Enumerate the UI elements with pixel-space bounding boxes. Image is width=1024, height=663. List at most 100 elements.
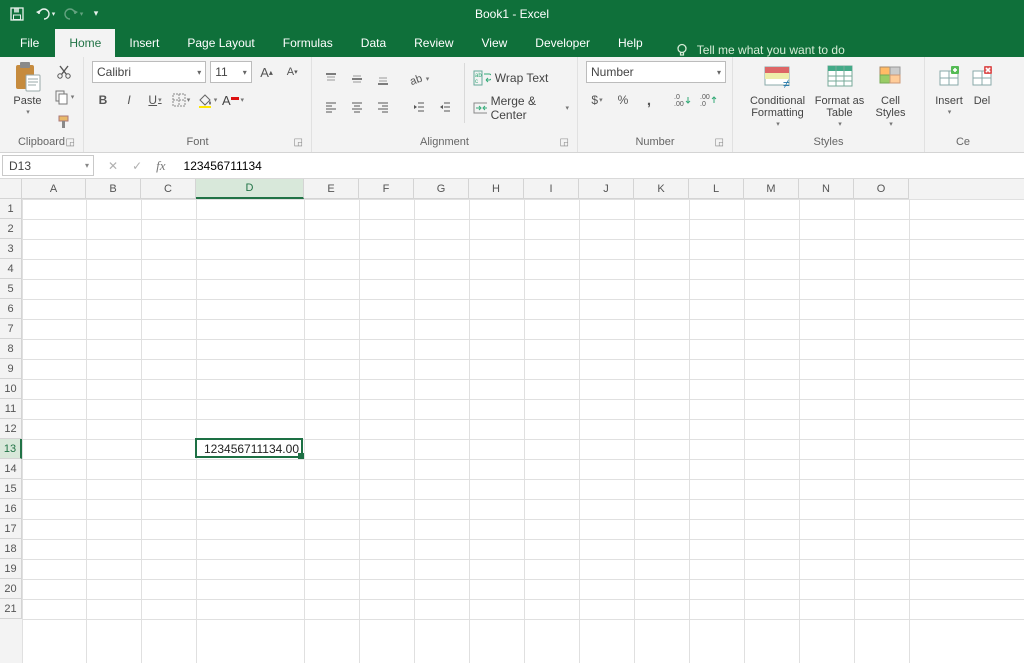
- align-center-button[interactable]: [346, 96, 368, 118]
- row-header-5[interactable]: 5: [0, 279, 22, 299]
- increase-font-button[interactable]: A▴: [256, 61, 278, 83]
- conditional-formatting-button[interactable]: ≠ Conditional Formatting▾: [746, 61, 810, 129]
- row-header-10[interactable]: 10: [0, 379, 22, 399]
- align-middle-button[interactable]: [346, 68, 368, 90]
- insert-cells-button[interactable]: Insert▾: [933, 61, 965, 117]
- align-bottom-button[interactable]: [372, 68, 394, 90]
- alignment-launcher-icon[interactable]: ◲: [560, 137, 569, 148]
- row-header-12[interactable]: 12: [0, 419, 22, 439]
- orientation-button[interactable]: ab▾: [408, 68, 430, 90]
- col-header-N[interactable]: N: [799, 179, 854, 199]
- row-header-20[interactable]: 20: [0, 579, 22, 599]
- tab-help[interactable]: Help: [604, 29, 657, 57]
- col-header-L[interactable]: L: [689, 179, 744, 199]
- tab-insert[interactable]: Insert: [115, 29, 173, 57]
- number-launcher-icon[interactable]: ◲: [715, 137, 724, 148]
- fx-icon[interactable]: fx: [156, 158, 165, 174]
- italic-button[interactable]: I: [118, 89, 140, 111]
- row-header-11[interactable]: 11: [0, 399, 22, 419]
- spreadsheet-grid[interactable]: 123456789101112131415161718192021 123456…: [0, 199, 1024, 663]
- align-left-button[interactable]: [320, 96, 342, 118]
- row-header-19[interactable]: 19: [0, 559, 22, 579]
- format-as-table-button[interactable]: Format as Table▾: [812, 61, 868, 129]
- decrease-font-button[interactable]: A▾: [281, 61, 303, 83]
- font-color-button[interactable]: A▾: [222, 89, 244, 111]
- align-top-button[interactable]: [320, 68, 342, 90]
- cells-area[interactable]: 123456711134.00: [22, 199, 1024, 663]
- col-header-O[interactable]: O: [854, 179, 909, 199]
- row-header-2[interactable]: 2: [0, 219, 22, 239]
- font-name-combo[interactable]: Calibri▾: [92, 61, 206, 83]
- tell-me[interactable]: Tell me what you want to do: [675, 43, 845, 57]
- tab-home[interactable]: Home: [55, 29, 115, 57]
- row-header-4[interactable]: 4: [0, 259, 22, 279]
- name-box[interactable]: D13 ▾: [2, 155, 94, 176]
- enter-formula-button[interactable]: ✓: [132, 159, 142, 173]
- font-size-combo[interactable]: 11▾: [210, 61, 251, 83]
- col-header-M[interactable]: M: [744, 179, 799, 199]
- cancel-formula-button[interactable]: ✕: [108, 159, 118, 173]
- row-header-15[interactable]: 15: [0, 479, 22, 499]
- underline-button[interactable]: U▾: [144, 89, 166, 111]
- col-header-I[interactable]: I: [524, 179, 579, 199]
- copy-button[interactable]: ▾: [53, 86, 75, 108]
- row-header-21[interactable]: 21: [0, 599, 22, 619]
- col-header-D[interactable]: D: [196, 179, 304, 199]
- cut-button[interactable]: [53, 61, 75, 83]
- row-header-17[interactable]: 17: [0, 519, 22, 539]
- col-header-A[interactable]: A: [22, 179, 86, 199]
- borders-button[interactable]: ▾: [170, 89, 192, 111]
- fill-color-button[interactable]: ▾: [196, 89, 218, 111]
- row-header-18[interactable]: 18: [0, 539, 22, 559]
- font-launcher-icon[interactable]: ◲: [294, 137, 303, 148]
- formula-input[interactable]: [178, 153, 1024, 178]
- percent-button[interactable]: %: [612, 89, 634, 111]
- decrease-indent-button[interactable]: [408, 96, 430, 118]
- tab-formulas[interactable]: Formulas: [269, 29, 347, 57]
- comma-style-button[interactable]: ,: [638, 89, 660, 111]
- merge-center-button[interactable]: Merge & Center ▾: [473, 96, 569, 120]
- tab-file[interactable]: File: [4, 29, 55, 57]
- row-header-14[interactable]: 14: [0, 459, 22, 479]
- col-header-G[interactable]: G: [414, 179, 469, 199]
- number-format-value: Number: [591, 65, 634, 79]
- delete-cells-button[interactable]: Del: [967, 61, 997, 117]
- row-header-7[interactable]: 7: [0, 319, 22, 339]
- paste-button[interactable]: Paste ▾: [8, 61, 47, 133]
- undo-button[interactable]: ▾: [34, 3, 56, 25]
- align-right-button[interactable]: [372, 96, 394, 118]
- row-header-1[interactable]: 1: [0, 199, 22, 219]
- tab-data[interactable]: Data: [347, 29, 400, 57]
- increase-indent-button[interactable]: [434, 96, 456, 118]
- clipboard-launcher-icon[interactable]: ◲: [66, 137, 75, 148]
- col-header-K[interactable]: K: [634, 179, 689, 199]
- col-header-E[interactable]: E: [304, 179, 359, 199]
- col-header-F[interactable]: F: [359, 179, 414, 199]
- row-header-6[interactable]: 6: [0, 299, 22, 319]
- tab-view[interactable]: View: [468, 29, 522, 57]
- row-header-8[interactable]: 8: [0, 339, 22, 359]
- row-header-3[interactable]: 3: [0, 239, 22, 259]
- col-header-J[interactable]: J: [579, 179, 634, 199]
- accounting-format-button[interactable]: $▾: [586, 89, 608, 111]
- tab-review[interactable]: Review: [400, 29, 467, 57]
- wrap-text-button[interactable]: abc Wrap Text: [473, 66, 569, 90]
- row-header-16[interactable]: 16: [0, 499, 22, 519]
- select-all-button[interactable]: [0, 179, 22, 199]
- qat-customize-icon[interactable]: ▾: [90, 3, 102, 25]
- format-painter-button[interactable]: [53, 111, 75, 133]
- bold-button[interactable]: B: [92, 89, 114, 111]
- redo-button[interactable]: ▾: [62, 3, 84, 25]
- decrease-decimal-button[interactable]: .00.0: [698, 89, 720, 111]
- row-header-13[interactable]: 13: [0, 439, 22, 459]
- col-header-B[interactable]: B: [86, 179, 141, 199]
- col-header-H[interactable]: H: [469, 179, 524, 199]
- cell-styles-button[interactable]: Cell Styles▾: [870, 61, 912, 129]
- col-header-C[interactable]: C: [141, 179, 196, 199]
- row-header-9[interactable]: 9: [0, 359, 22, 379]
- save-icon[interactable]: [6, 3, 28, 25]
- increase-decimal-button[interactable]: .0.00: [672, 89, 694, 111]
- tab-developer[interactable]: Developer: [521, 29, 604, 57]
- tab-page-layout[interactable]: Page Layout: [173, 29, 268, 57]
- number-format-combo[interactable]: Number▾: [586, 61, 726, 83]
